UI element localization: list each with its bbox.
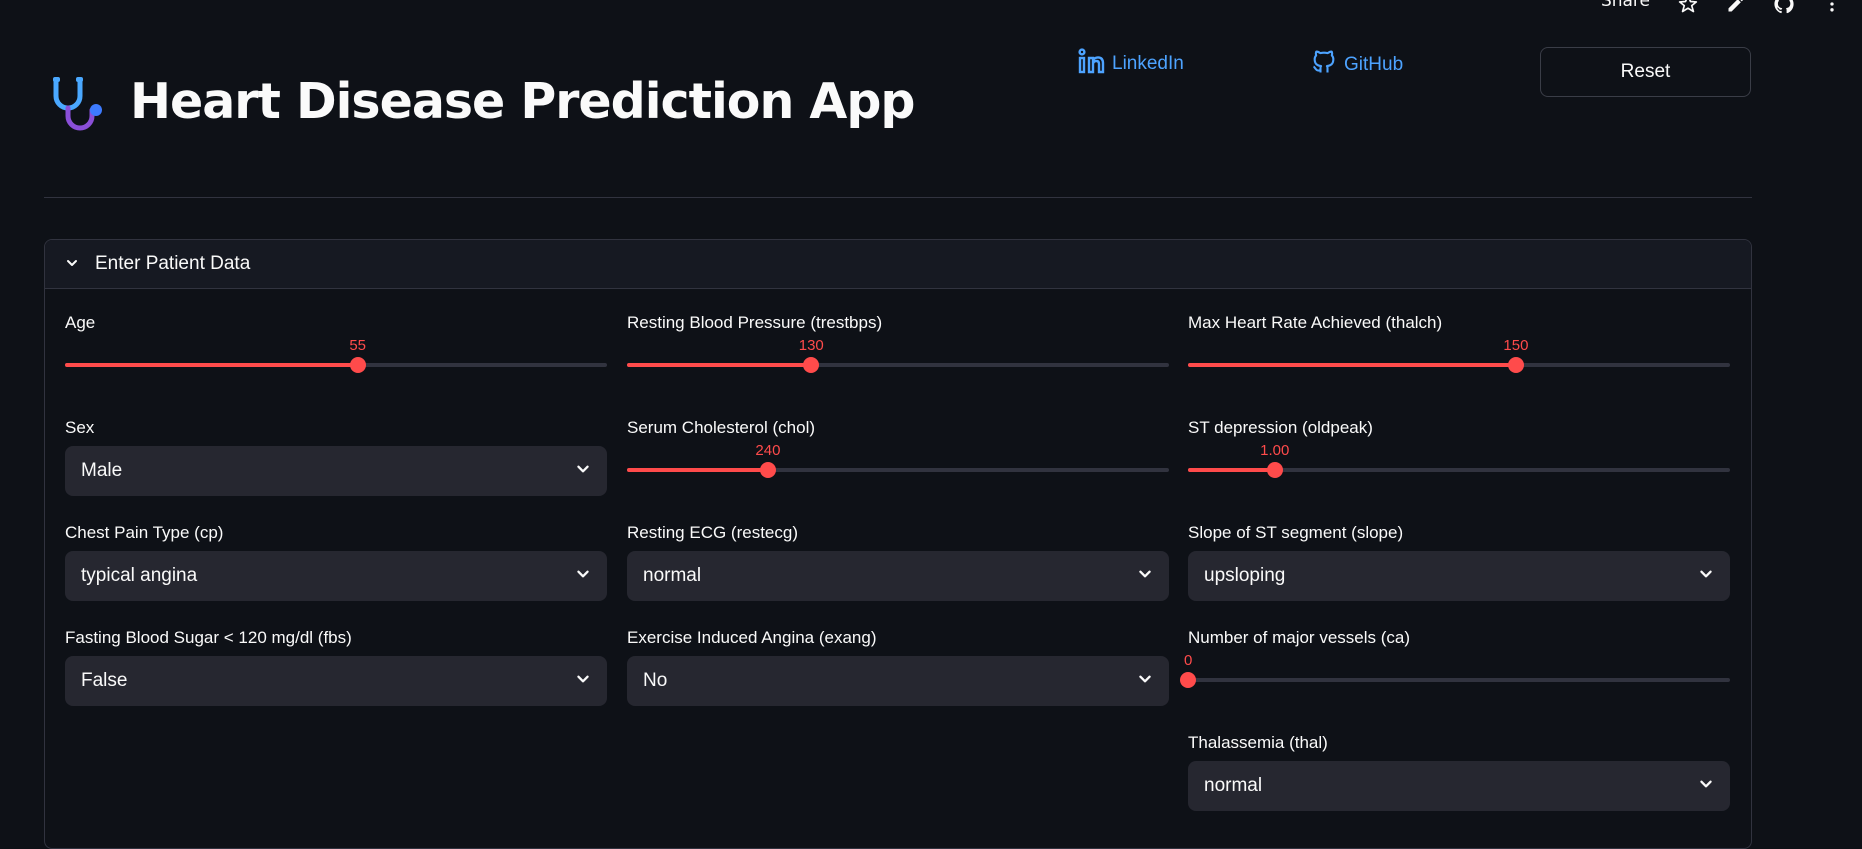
github-link-icon bbox=[1310, 48, 1338, 82]
chevron-down-icon bbox=[1698, 776, 1714, 796]
exang-field: Exercise Induced Angina (exang) No bbox=[627, 628, 1169, 706]
exang-select[interactable]: No bbox=[627, 656, 1169, 706]
slider-thumb[interactable] bbox=[1507, 357, 1524, 373]
thalch-label: Max Heart Rate Achieved (thalch) bbox=[1188, 313, 1443, 332]
select-value: No bbox=[643, 670, 668, 691]
cp-select[interactable]: typical angina bbox=[65, 551, 607, 601]
age-label: Age bbox=[65, 313, 96, 332]
stethoscope-icon bbox=[50, 76, 112, 138]
age-value: 55 bbox=[349, 337, 367, 354]
slider-fill bbox=[627, 468, 768, 472]
ca-value: 0 bbox=[1184, 652, 1193, 669]
thalch-slider[interactable]: 150 bbox=[1188, 337, 1730, 377]
oldpeak-field: ST depression (oldpeak) 1.00 bbox=[1188, 418, 1730, 478]
slider-thumb[interactable] bbox=[759, 462, 776, 478]
top-toolbar: Share bbox=[1601, 0, 1842, 14]
trestbps-slider[interactable]: 130 bbox=[627, 337, 1169, 377]
thalch-field: Max Heart Rate Achieved (thalch) 150 bbox=[1188, 313, 1730, 373]
select-value: Male bbox=[81, 460, 123, 481]
header-divider bbox=[44, 197, 1752, 198]
github-link[interactable]: GitHub bbox=[1310, 48, 1403, 82]
exang-label: Exercise Induced Angina (exang) bbox=[627, 628, 877, 647]
github-label: GitHub bbox=[1344, 54, 1404, 75]
trestbps-label: Resting Blood Pressure (trestbps) bbox=[627, 313, 883, 332]
sex-label: Sex bbox=[65, 418, 95, 437]
slope-field: Slope of ST segment (slope) upsloping bbox=[1188, 523, 1730, 601]
select-value: False bbox=[81, 670, 128, 691]
thalch-value: 150 bbox=[1503, 337, 1529, 354]
oldpeak-value: 1.00 bbox=[1260, 442, 1290, 459]
chevron-down-icon bbox=[1698, 566, 1714, 586]
star-icon[interactable] bbox=[1678, 0, 1698, 14]
trestbps-value: 130 bbox=[798, 337, 824, 354]
chol-label: Serum Cholesterol (chol) bbox=[627, 418, 816, 437]
page-title: Heart Disease Prediction App bbox=[130, 73, 915, 130]
restecg-select[interactable]: normal bbox=[627, 551, 1169, 601]
expander-title: Enter Patient Data bbox=[95, 253, 251, 274]
chol-slider[interactable]: 240 bbox=[627, 442, 1169, 482]
select-value: typical angina bbox=[81, 565, 198, 586]
patient-data-expander: Enter Patient Data Age 55 Sex Male Chest… bbox=[44, 239, 1752, 849]
chevron-down-icon bbox=[575, 461, 591, 481]
select-value: normal bbox=[643, 565, 702, 586]
linkedin-icon bbox=[1078, 48, 1106, 80]
chevron-down-icon bbox=[575, 671, 591, 691]
share-button[interactable]: Share bbox=[1601, 0, 1650, 10]
slider-thumb[interactable] bbox=[349, 357, 366, 373]
expander-body: Age 55 Sex Male Chest Pain Type (cp) typ… bbox=[45, 289, 1751, 848]
slope-select[interactable]: upsloping bbox=[1188, 551, 1730, 601]
ca-label: Number of major vessels (ca) bbox=[1188, 628, 1411, 647]
cp-field: Chest Pain Type (cp) typical angina bbox=[65, 523, 607, 601]
expander-header[interactable]: Enter Patient Data bbox=[45, 240, 1751, 289]
age-slider[interactable]: 55 bbox=[65, 337, 607, 377]
app-header: Heart Disease Prediction App LinkedIn Gi… bbox=[44, 40, 1752, 160]
fbs-label: Fasting Blood Sugar < 120 mg/dl (fbs) bbox=[65, 628, 352, 647]
select-value: normal bbox=[1204, 775, 1263, 796]
age-field: Age 55 bbox=[65, 313, 607, 373]
sex-field: Sex Male bbox=[65, 418, 607, 496]
restecg-label: Resting ECG (restecg) bbox=[627, 523, 798, 542]
slider-thumb[interactable] bbox=[1180, 672, 1196, 688]
restecg-field: Resting ECG (restecg) normal bbox=[627, 523, 1169, 601]
reset-button[interactable]: Reset bbox=[1540, 47, 1751, 97]
trestbps-field: Resting Blood Pressure (trestbps) 130 bbox=[627, 313, 1169, 373]
slider-track bbox=[1188, 678, 1730, 682]
slider-fill bbox=[1188, 468, 1275, 472]
oldpeak-label: ST depression (oldpeak) bbox=[1188, 418, 1373, 437]
slider-thumb[interactable] bbox=[1266, 462, 1283, 478]
fbs-select[interactable]: False bbox=[65, 656, 607, 706]
cp-label: Chest Pain Type (cp) bbox=[65, 523, 224, 542]
linkedin-link[interactable]: LinkedIn bbox=[1078, 48, 1184, 80]
pencil-icon[interactable] bbox=[1726, 0, 1746, 14]
slider-fill bbox=[627, 363, 812, 367]
sex-select[interactable]: Male bbox=[65, 446, 607, 496]
slider-fill bbox=[65, 363, 358, 367]
slider-fill bbox=[1188, 363, 1516, 367]
ca-slider[interactable]: 0 bbox=[1180, 652, 1730, 692]
github-icon[interactable] bbox=[1774, 0, 1794, 14]
chevron-down-icon bbox=[1137, 671, 1153, 691]
thal-field: Thalassemia (thal) normal bbox=[1188, 733, 1730, 811]
linkedin-label: LinkedIn bbox=[1112, 53, 1184, 74]
slope-label: Slope of ST segment (slope) bbox=[1188, 523, 1404, 542]
select-value: upsloping bbox=[1204, 565, 1286, 586]
chol-field: Serum Cholesterol (chol) 240 bbox=[627, 418, 1169, 478]
fbs-field: Fasting Blood Sugar < 120 mg/dl (fbs) Fa… bbox=[65, 628, 607, 706]
chevron-down-icon bbox=[65, 255, 79, 274]
thal-label: Thalassemia (thal) bbox=[1188, 733, 1328, 752]
slider-thumb[interactable] bbox=[803, 357, 820, 373]
thal-select[interactable]: normal bbox=[1188, 761, 1730, 811]
ca-field: Number of major vessels (ca) 0 bbox=[1180, 628, 1730, 688]
chevron-down-icon bbox=[575, 566, 591, 586]
more-vertical-icon[interactable] bbox=[1822, 0, 1842, 14]
chevron-down-icon bbox=[1137, 566, 1153, 586]
chol-value: 240 bbox=[755, 442, 781, 459]
oldpeak-slider[interactable]: 1.00 bbox=[1188, 442, 1730, 482]
